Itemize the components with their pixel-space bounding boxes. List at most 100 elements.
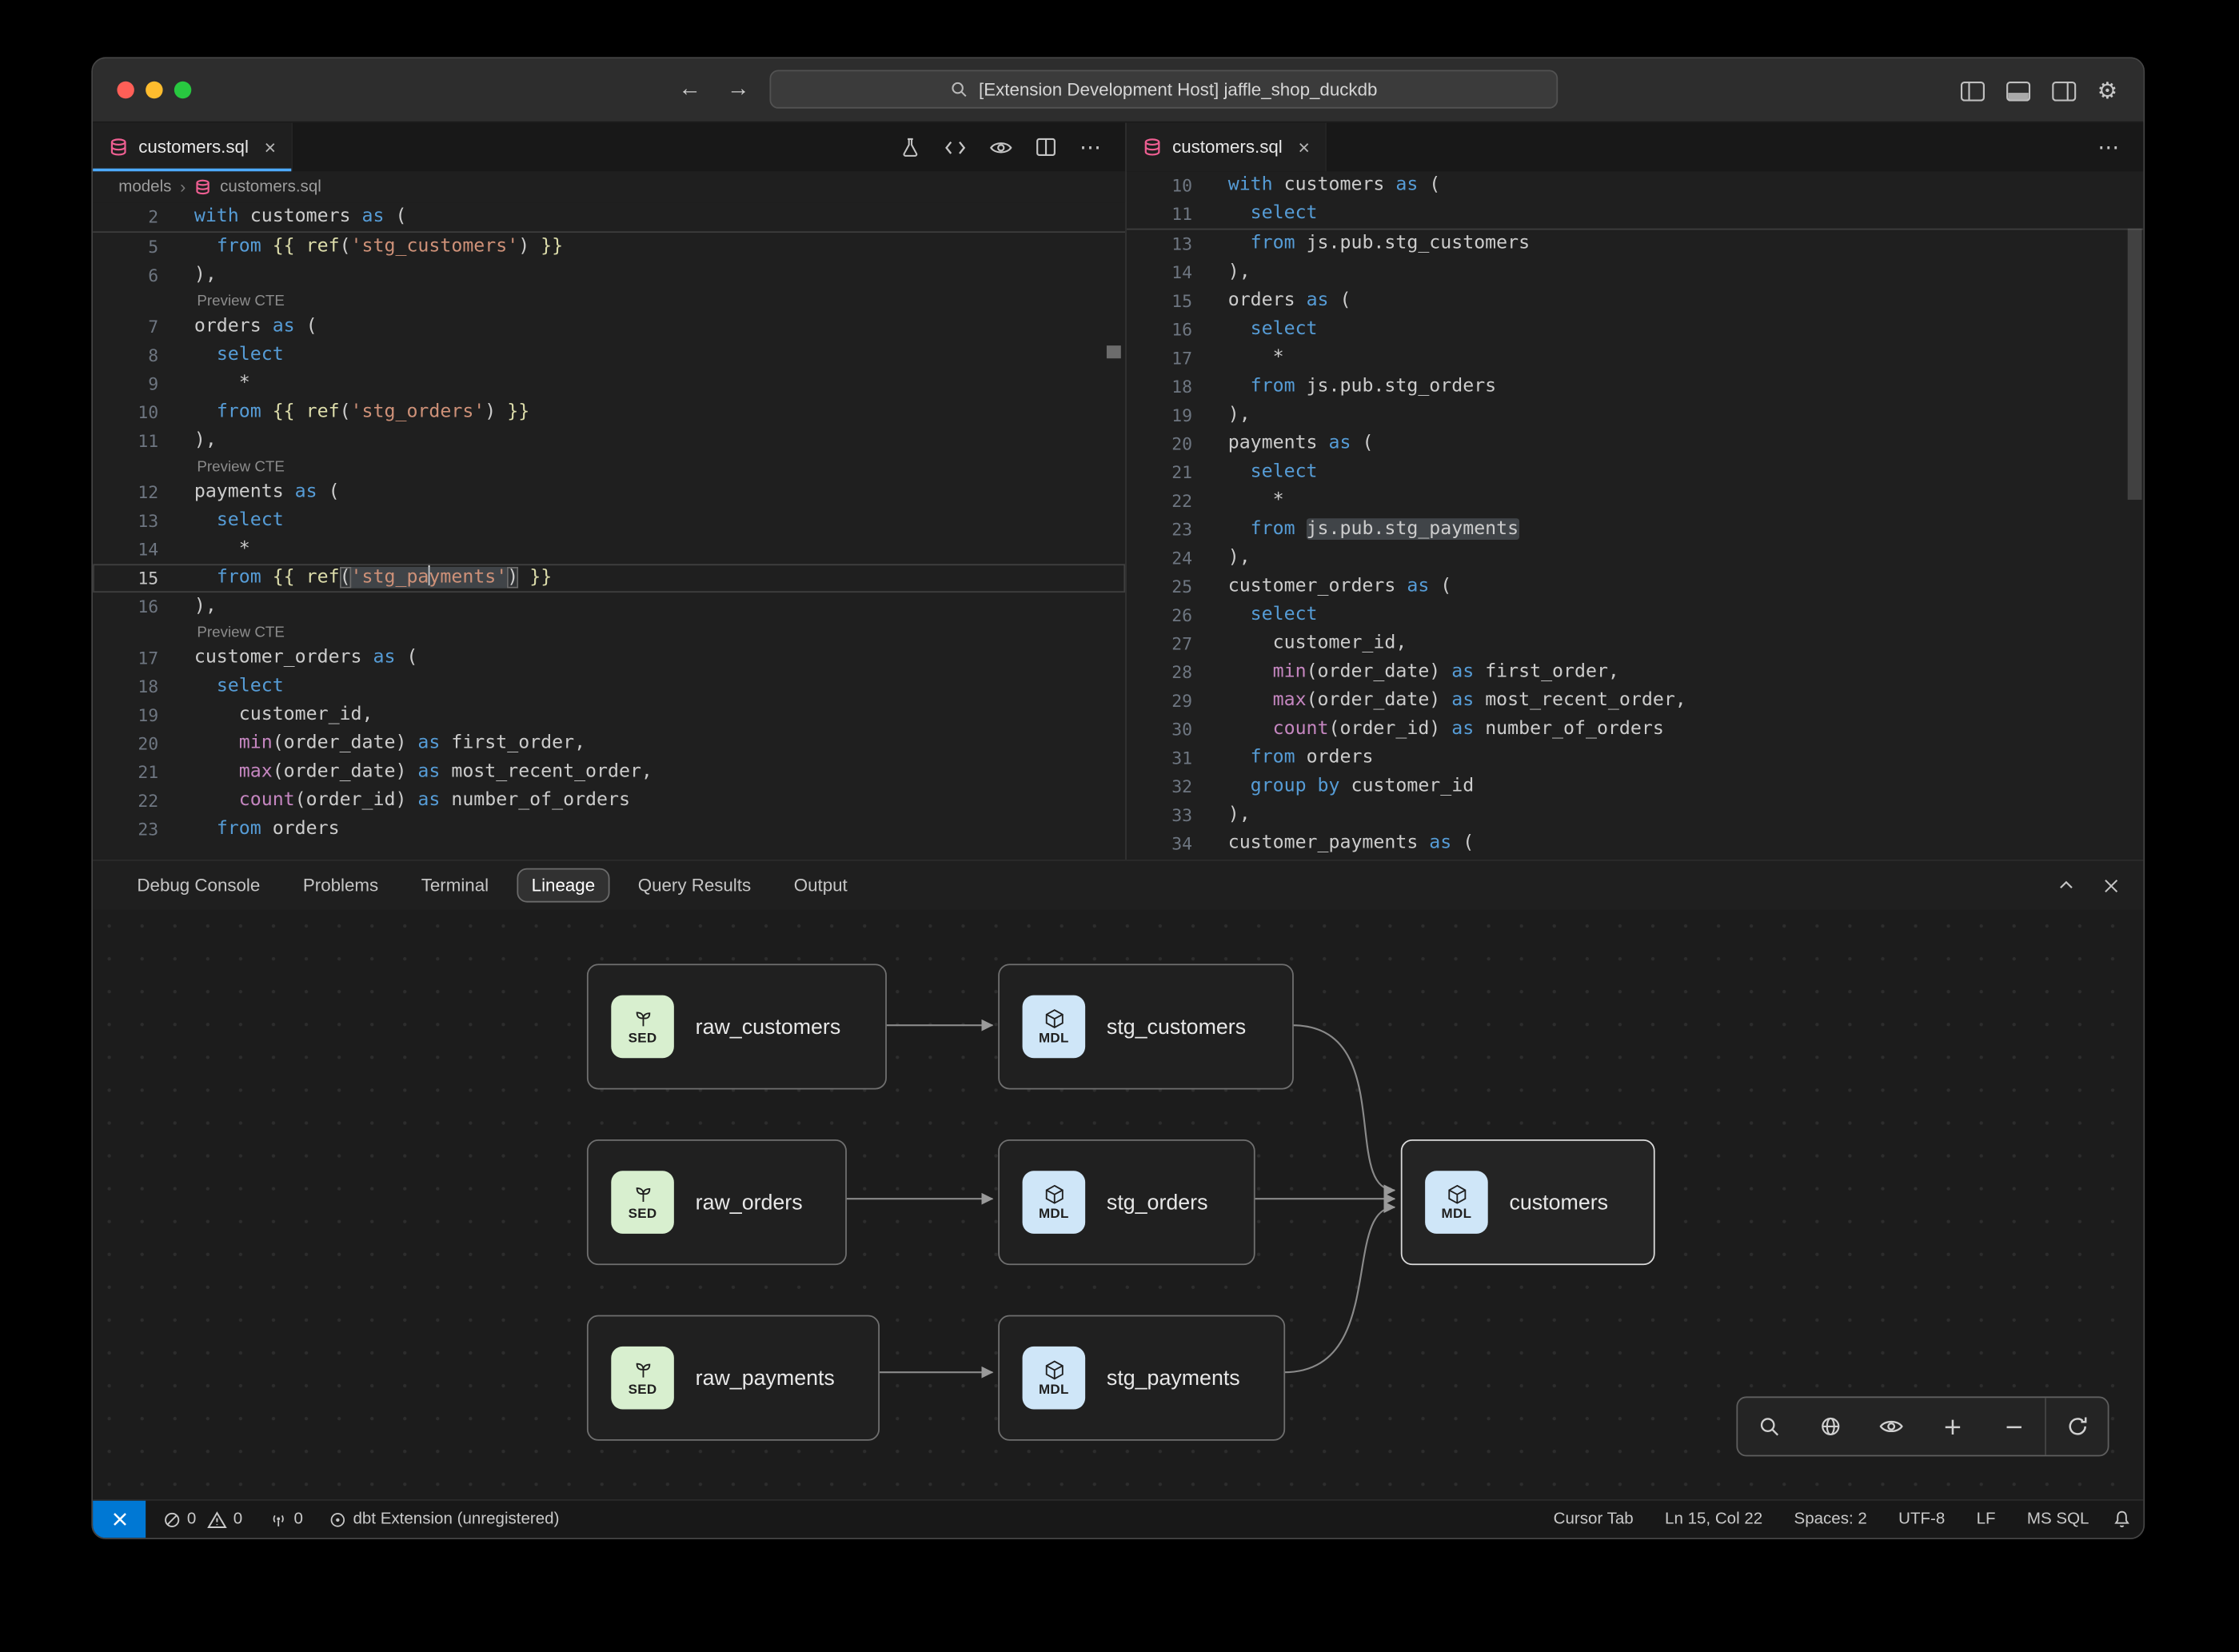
line-number[interactable]: 14 — [1127, 258, 1192, 287]
panel-tab-terminal[interactable]: Terminal — [407, 868, 503, 903]
code-line[interactable]: 20payments as ( — [1127, 430, 2143, 459]
line-number[interactable]: 27 — [1127, 630, 1192, 659]
code-line[interactable]: 22 count(order_id) as number_of_orders — [93, 787, 1125, 816]
breadcrumb-folder[interactable]: models — [118, 178, 171, 195]
lineage-node-customers[interactable]: MDLcustomers — [1401, 1139, 1655, 1265]
code-line[interactable]: 34customer_payments as ( — [1127, 830, 2143, 859]
panel-tab-output[interactable]: Output — [780, 868, 862, 903]
line-number[interactable]: 16 — [1127, 316, 1192, 345]
line-number[interactable]: 20 — [93, 730, 158, 759]
editor-source[interactable]: 2with customers as ( 5 from {{ ref('stg_… — [93, 203, 1125, 860]
line-number[interactable]: 22 — [1127, 487, 1192, 516]
line-number[interactable]: 23 — [1127, 516, 1192, 545]
code-line[interactable]: 9 * — [93, 370, 1125, 399]
close-panel-icon[interactable] — [2102, 876, 2121, 895]
line-number[interactable]: 21 — [93, 758, 158, 787]
line-number[interactable]: 8 — [93, 341, 158, 370]
code-line[interactable]: 21 select — [1127, 458, 2143, 487]
code-line[interactable]: 32 group by customer_id — [1127, 772, 2143, 801]
code-line[interactable]: 19 customer_id, — [93, 701, 1125, 730]
code-line[interactable]: 25customer_orders as ( — [1127, 573, 2143, 601]
line-number[interactable]: 6 — [93, 261, 158, 290]
line-number[interactable]: 13 — [93, 507, 158, 536]
code-line[interactable]: 16 select — [1127, 316, 2143, 345]
code-line[interactable]: 5 from {{ ref('stg_customers') }} — [93, 233, 1125, 261]
line-number[interactable]: 15 — [93, 564, 158, 593]
settings-gear-icon[interactable]: ⚙ — [2097, 77, 2118, 106]
line-number[interactable]: 29 — [1127, 687, 1192, 716]
ports-status[interactable]: 0 — [260, 1510, 312, 1528]
line-number[interactable]: 15 — [1127, 287, 1192, 316]
eye-icon[interactable] — [990, 138, 1013, 156]
refresh-icon[interactable] — [2045, 1398, 2108, 1454]
compiled-code-icon[interactable] — [944, 138, 967, 156]
code-line[interactable]: 23 from js.pub.stg_payments — [1127, 516, 2143, 545]
tab-customers-sql-source[interactable]: customers.sql × — [93, 123, 293, 172]
line-number[interactable]: 16 — [93, 593, 158, 621]
code-line[interactable]: 22 * — [1127, 487, 2143, 516]
code-line[interactable]: 24), — [1127, 544, 2143, 573]
code-line[interactable]: 13 from js.pub.stg_customers — [1127, 230, 2143, 259]
line-number[interactable]: 17 — [1127, 344, 1192, 373]
line-number[interactable]: 5 — [93, 233, 158, 261]
code-line[interactable]: 13 select — [93, 507, 1125, 536]
line-number[interactable]: 32 — [1127, 772, 1192, 801]
code-line[interactable]: 23 from orders — [93, 816, 1125, 844]
code-line[interactable]: 17 * — [1127, 344, 2143, 373]
toggle-panel-icon[interactable] — [2006, 82, 2029, 102]
split-editor-icon[interactable] — [1036, 137, 1057, 157]
line-number[interactable]: 13 — [1127, 230, 1192, 259]
code-line[interactable]: 17customer_orders as ( — [93, 644, 1125, 672]
code-line[interactable]: 10 from {{ ref('stg_orders') }} — [93, 398, 1125, 427]
command-center-search[interactable]: [Extension Development Host] jaffle_shop… — [770, 70, 1559, 109]
line-number[interactable]: 14 — [93, 536, 158, 565]
panel-tab-query-results[interactable]: Query Results — [624, 868, 765, 903]
code-line[interactable]: 15orders as ( — [1127, 287, 2143, 316]
line-number[interactable]: 18 — [93, 672, 158, 701]
minimize-window-button[interactable] — [146, 82, 162, 98]
code-line[interactable]: 7orders as ( — [93, 313, 1125, 341]
code-line[interactable]: 21 max(order_date) as most_recent_order, — [93, 758, 1125, 787]
lineage-search-button[interactable] — [1738, 1398, 1799, 1454]
code-line[interactable]: 16), — [93, 593, 1125, 621]
code-line[interactable]: 33), — [1127, 801, 2143, 830]
line-number[interactable]: 19 — [93, 701, 158, 730]
more-actions-icon[interactable]: ⋯ — [1080, 134, 1103, 160]
dbt-extension-status[interactable]: dbt Extension (unregistered) — [320, 1510, 568, 1528]
line-number[interactable]: 34 — [1127, 830, 1192, 859]
codelens-preview-cte[interactable]: Preview CTE — [93, 456, 1125, 479]
line-number[interactable]: 2 — [93, 203, 158, 232]
line-number[interactable]: 10 — [1127, 171, 1192, 200]
back-arrow-icon[interactable]: ← — [678, 73, 701, 107]
eye-icon[interactable] — [1861, 1398, 1922, 1454]
code-line[interactable]: 29 max(order_date) as most_recent_order, — [1127, 687, 2143, 716]
code-line[interactable]: 27 customer_id, — [1127, 630, 2143, 659]
lineage-node-raw_payments[interactable]: SEDraw_payments — [587, 1315, 880, 1441]
lineage-node-stg_orders[interactable]: MDLstg_orders — [998, 1139, 1255, 1265]
panel-tab-debug-console[interactable]: Debug Console — [123, 868, 275, 903]
line-number[interactable]: 7 — [93, 313, 158, 341]
lineage-canvas[interactable]: SEDraw_customersMDLstg_customersSEDraw_o… — [93, 910, 2143, 1500]
code-line[interactable]: 12payments as ( — [93, 478, 1125, 507]
line-number[interactable]: 11 — [1127, 200, 1192, 229]
language-mode-status[interactable]: MS SQL — [2018, 1510, 2097, 1527]
lineage-node-stg_customers[interactable]: MDLstg_customers — [998, 964, 1294, 1089]
breadcrumb[interactable]: models › customers.sql — [93, 171, 1125, 202]
line-number[interactable]: 31 — [1127, 744, 1192, 772]
line-number[interactable]: 28 — [1127, 658, 1192, 687]
code-line[interactable]: 28 min(order_date) as first_order, — [1127, 658, 2143, 687]
forward-arrow-icon[interactable]: → — [727, 73, 750, 107]
chevron-up-icon[interactable] — [2056, 876, 2076, 896]
line-number[interactable]: 19 — [1127, 401, 1192, 430]
close-tab-icon[interactable]: × — [265, 136, 277, 159]
code-line[interactable]: 6), — [93, 261, 1125, 290]
code-line[interactable]: 2with customers as ( — [93, 203, 1125, 232]
code-line[interactable]: 26 select — [1127, 601, 2143, 630]
code-line[interactable]: 14), — [1127, 258, 2143, 287]
code-line[interactable]: 11), — [93, 427, 1125, 456]
more-actions-icon[interactable]: ⋯ — [2097, 134, 2121, 160]
close-window-button[interactable] — [117, 82, 134, 98]
globe-icon[interactable] — [1799, 1398, 1861, 1454]
code-line[interactable]: 11 select — [1127, 200, 2143, 229]
zoom-out-icon[interactable] — [1983, 1398, 2045, 1454]
